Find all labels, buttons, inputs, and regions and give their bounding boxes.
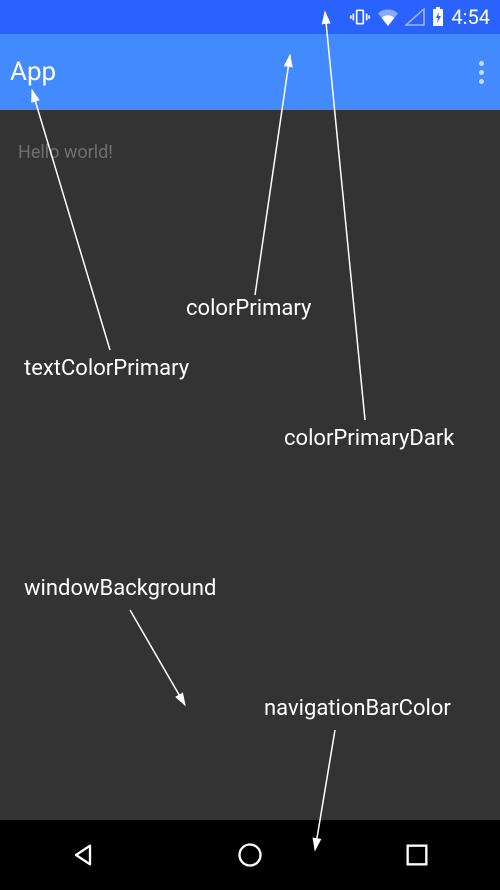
hello-text: Hello world!	[0, 110, 500, 163]
overflow-menu-icon[interactable]	[473, 55, 490, 90]
home-button[interactable]	[236, 841, 264, 869]
status-bar: 4:54	[0, 0, 500, 34]
content-area: Hello world!	[0, 110, 500, 820]
vibrate-icon	[349, 7, 371, 27]
recents-button[interactable]	[403, 841, 431, 869]
cell-signal-icon	[405, 8, 425, 26]
app-title: App	[10, 57, 56, 87]
status-clock: 4:54	[451, 5, 490, 29]
back-button[interactable]	[69, 841, 97, 869]
app-bar: App	[0, 34, 500, 110]
navigation-bar	[0, 820, 500, 890]
wifi-icon	[377, 8, 399, 26]
battery-charging-icon	[431, 7, 445, 27]
